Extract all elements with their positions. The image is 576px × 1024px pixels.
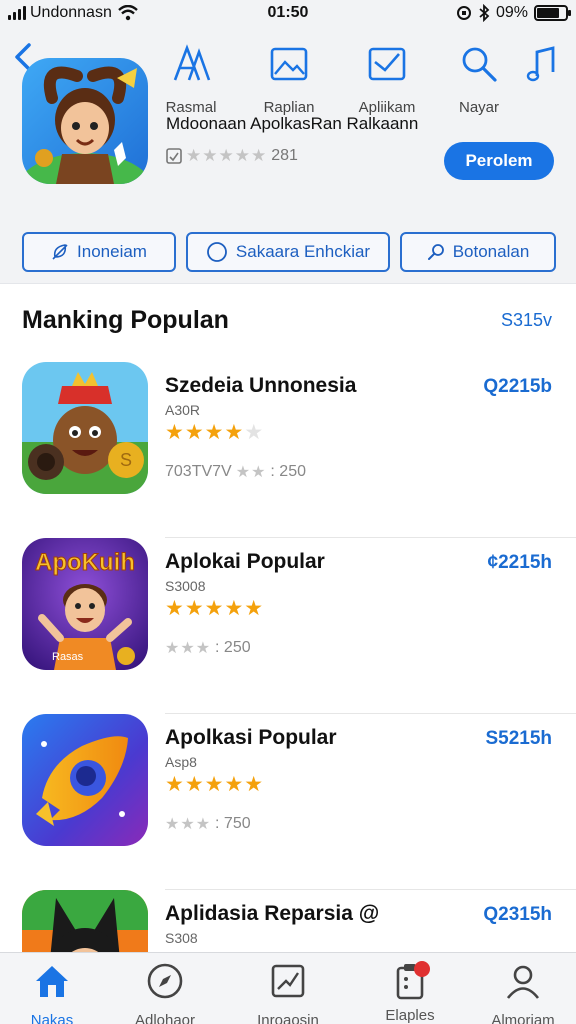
circle-icon <box>207 242 227 262</box>
featured-app-rating: ★★★★★ 281 <box>166 146 298 166</box>
font-icon <box>173 44 211 81</box>
home-icon <box>36 966 68 997</box>
app-price[interactable]: Q2215b <box>483 376 552 398</box>
app-meta: ★★★: 750 <box>165 815 251 833</box>
tab-chart[interactable]: Inroaosin <box>233 961 343 1024</box>
app-list-item[interactable]: Apolkasi Popular Asp8 ★★★★★ ★★★: 750 S52… <box>0 714 576 890</box>
category-label: Nayar <box>458 99 499 116</box>
app-rating-count: : 750 <box>215 815 251 832</box>
app-subtitle: Asp8 <box>165 754 197 770</box>
tab-label: Elaples <box>385 1007 435 1024</box>
app-price[interactable]: ¢2215h <box>488 552 552 574</box>
chip-sakaara[interactable]: Sakaara Enhckiar <box>186 232 390 272</box>
app-list-item[interactable]: Aplidasia Reparsia @ S308 Q2315h <box>0 890 576 952</box>
tab-bar: Nakas Adlohaor Inroaosin Elaples Almoria… <box>0 952 576 1024</box>
chip-label: Inoneiam <box>77 242 147 261</box>
image-icon <box>270 47 308 81</box>
category-mail[interactable]: Apliikam <box>346 44 428 116</box>
tab-label: Almoriam <box>491 1012 555 1024</box>
clipboard-icon-wrap <box>390 961 430 1001</box>
tab-label: Nakas <box>30 1012 74 1024</box>
app-icon[interactable] <box>22 714 148 846</box>
tab-label: Inroaosin <box>257 1012 319 1024</box>
filter-chip-row: Inoneiam Sakaara Enhckiar Botonalan <box>0 232 576 276</box>
featured-app-title: Mdoonaan ApolkasRan Ralkaann <box>166 114 419 133</box>
app-icon[interactable] <box>22 890 148 952</box>
mail-icon <box>368 47 406 81</box>
svg-text:S: S <box>120 450 132 470</box>
app-rating-stars: ★★★★★ <box>165 421 265 444</box>
chip-label: Sakaara Enhckiar <box>235 242 371 261</box>
see-all-link[interactable]: S315v <box>501 310 552 331</box>
app-icon-logo: ApoKuih <box>35 549 135 576</box>
app-list-item[interactable]: ApoKuih Rasas Aplokai Popular S3008 ★★★★… <box>0 538 576 714</box>
app-rating-count: : 250 <box>215 639 251 656</box>
battery-percent: 09% <box>495 4 528 21</box>
app-subtitle: S3008 <box>165 578 206 594</box>
app-rating-count: : 250 <box>270 463 306 480</box>
chip-inoneiam[interactable]: Inoneiam <box>22 232 176 272</box>
get-button[interactable]: Perolem <box>444 142 554 180</box>
app-price[interactable]: Q2315h <box>483 904 552 926</box>
lock-rotation-icon <box>456 6 471 20</box>
app-icon[interactable]: S <box>22 362 148 494</box>
app-meta: 703TV7V ★★: 250 <box>165 463 306 481</box>
rating-badge-icon <box>166 148 182 164</box>
status-bar: Undonnasn 01:50 09% <box>0 0 576 26</box>
chart-icon <box>271 964 305 998</box>
app-subtitle: A30R <box>165 402 201 418</box>
tab-home[interactable]: Nakas <box>0 961 107 1024</box>
app-rating-stars: ★★★★★ <box>165 773 265 796</box>
tab-compass[interactable]: Adlohaor <box>110 961 220 1024</box>
pen-icon <box>427 244 444 260</box>
app-price[interactable]: S5215h <box>485 728 552 750</box>
featured-app-panel: Rasmal Raplian Apliikam Nayar Mdoonaan A… <box>0 26 576 284</box>
carrier-name: Undonnasn <box>30 4 112 21</box>
featured-app-icon[interactable] <box>22 58 148 184</box>
app-meta: ★★★: 250 <box>165 639 251 657</box>
app-name: Aplidasia Reparsia @ <box>165 902 380 925</box>
tab-label: Adlohaor <box>134 1012 196 1024</box>
notification-badge <box>414 961 430 977</box>
category-search[interactable]: Nayar <box>438 44 520 116</box>
bluetooth-icon <box>479 4 490 22</box>
app-name: Aplokai Popular <box>165 550 325 573</box>
category-font[interactable]: Rasmal <box>150 44 232 116</box>
tab-updates[interactable]: Elaples <box>355 961 465 1024</box>
category-image[interactable]: Raplian <box>248 44 330 116</box>
user-icon <box>506 965 540 999</box>
chip-label: Botonalan <box>452 242 530 261</box>
rating-count: 281 <box>271 147 298 164</box>
app-name: Apolkasi Popular <box>165 726 337 749</box>
battery-icon <box>534 5 571 21</box>
app-meta-prefix: 703TV7V <box>165 463 232 480</box>
music-icon <box>526 46 555 82</box>
leaf-icon <box>52 244 68 260</box>
app-icon[interactable]: ApoKuih Rasas <box>22 538 148 670</box>
signal-icon <box>8 6 26 20</box>
tab-profile[interactable]: Almoriam <box>468 961 576 1024</box>
app-list-item[interactable]: S Szedeia Unnonesia A30R ★★★★★ 703TV7V ★★… <box>0 362 576 538</box>
search-icon <box>462 47 497 82</box>
app-name: Szedeia Unnonesia <box>165 374 357 397</box>
category-row: Rasmal Raplian Apliikam Nayar <box>160 44 570 124</box>
section-title: Manking Populan <box>22 306 229 334</box>
app-icon-caption: Rasas <box>52 651 84 663</box>
rating-stars: ★★★★★ <box>186 146 268 165</box>
chip-botonalan[interactable]: Botonalan <box>400 232 556 272</box>
compass-icon <box>147 963 183 999</box>
app-subtitle: S308 <box>165 930 198 946</box>
app-rating-stars: ★★★★★ <box>165 597 265 620</box>
wifi-icon <box>118 5 138 21</box>
category-music[interactable] <box>516 44 570 89</box>
